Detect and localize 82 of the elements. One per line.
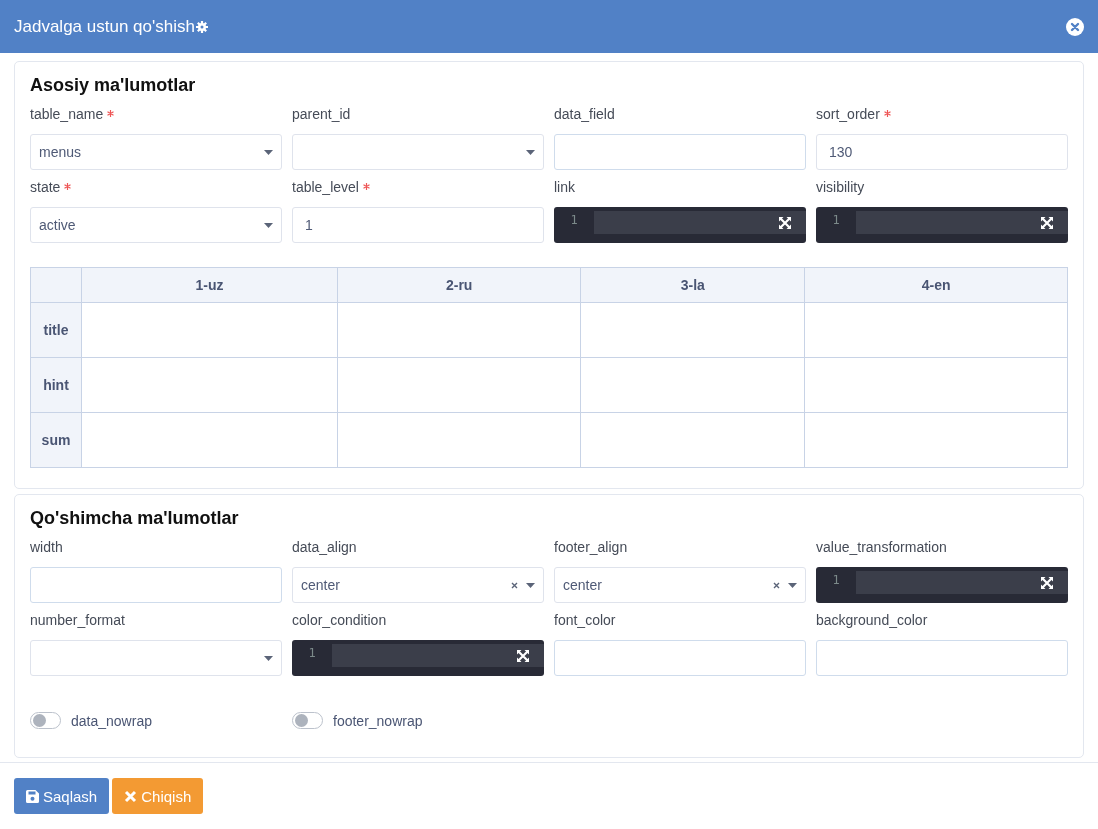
field-label: width	[30, 539, 63, 555]
field-label: font_color	[554, 612, 616, 628]
caret-icon	[264, 655, 273, 661]
caret-icon	[526, 149, 535, 155]
section-title: Asosiy ma'lumotlar	[30, 75, 197, 96]
table-cell[interactable]	[337, 302, 581, 358]
select-field[interactable]	[292, 134, 544, 170]
field-label: link	[554, 179, 575, 195]
table-cell[interactable]	[804, 412, 1068, 468]
column-header: 4-en	[804, 267, 1068, 303]
table-cell[interactable]	[81, 302, 338, 358]
table-cell[interactable]	[580, 302, 805, 358]
caret-icon	[788, 582, 797, 588]
field-label: state	[30, 179, 61, 195]
input-field[interactable]: 130	[816, 134, 1068, 170]
table-cell[interactable]	[81, 357, 338, 413]
expand-icon	[1040, 215, 1054, 230]
required-icon	[362, 183, 370, 190]
select-field[interactable]: active	[30, 207, 282, 243]
code-editor[interactable]: 1	[292, 640, 544, 676]
field-label: value_transformation	[816, 539, 947, 555]
select-field[interactable]: center	[292, 567, 544, 603]
table-cell[interactable]	[580, 412, 805, 468]
field-label: data_field	[554, 106, 615, 122]
expand-icon	[1040, 575, 1054, 590]
expand-icon	[516, 648, 530, 663]
caret-icon	[526, 582, 535, 588]
clear-icon	[511, 581, 518, 589]
line-number: 1	[569, 212, 579, 227]
input-field[interactable]	[816, 640, 1068, 676]
column-header: 3-la	[580, 267, 805, 303]
field-label: table_level	[292, 179, 359, 195]
table-cell[interactable]	[580, 357, 805, 413]
select-field[interactable]: center	[554, 567, 806, 603]
select-field[interactable]	[30, 640, 282, 676]
field-label: footer_align	[554, 539, 628, 555]
clear-icon	[773, 581, 780, 589]
required-icon	[883, 110, 891, 117]
toggle-label: footer_nowrap	[333, 712, 423, 729]
line-number: 1	[307, 645, 317, 660]
field-label: background_color	[816, 612, 928, 628]
row-header: sum	[30, 412, 82, 468]
save-button[interactable]: Saqlash	[14, 778, 110, 814]
input-field[interactable]	[30, 567, 282, 603]
column-header: 2-ru	[337, 267, 581, 303]
row-header: title	[30, 302, 82, 358]
input-field[interactable]: 1	[292, 207, 544, 243]
toggle-label: data_nowrap	[71, 712, 152, 729]
table-cell[interactable]	[337, 412, 581, 468]
close-icon[interactable]	[1066, 17, 1084, 36]
line-number: 1	[831, 572, 841, 587]
field-label: number_format	[30, 612, 125, 628]
table-cell[interactable]	[804, 302, 1068, 358]
input-field[interactable]	[554, 640, 806, 676]
section-title: Qo'shimcha ma'lumotlar	[30, 508, 240, 529]
window-title: Jadvalga ustun qo'shish	[14, 16, 195, 37]
field-label: sort_order	[816, 106, 880, 122]
select-field[interactable]: menus	[30, 134, 282, 170]
code-editor[interactable]: 1	[816, 567, 1068, 603]
caret-icon	[264, 222, 273, 228]
toggle-switch[interactable]	[292, 712, 323, 729]
input-field[interactable]	[554, 134, 806, 170]
table-cell[interactable]	[81, 412, 338, 468]
field-label: visibility	[816, 179, 865, 195]
field-label: data_align	[292, 539, 357, 555]
field-label: color_condition	[292, 612, 387, 628]
field-label: parent_id	[292, 106, 351, 122]
code-editor[interactable]: 1	[554, 207, 806, 243]
required-icon	[64, 183, 72, 190]
row-header: hint	[30, 357, 82, 413]
close-icon	[124, 789, 138, 803]
field-label: table_name	[30, 106, 104, 122]
caret-icon	[264, 149, 273, 155]
required-icon	[107, 110, 115, 117]
line-number: 1	[831, 212, 841, 227]
toggle-switch[interactable]	[30, 712, 61, 729]
expand-icon	[778, 215, 792, 230]
code-editor[interactable]: 1	[816, 207, 1068, 243]
table-cell[interactable]	[337, 357, 581, 413]
column-header: 1-uz	[81, 267, 338, 303]
gear-icon	[195, 20, 208, 33]
table-cell[interactable]	[804, 357, 1068, 413]
